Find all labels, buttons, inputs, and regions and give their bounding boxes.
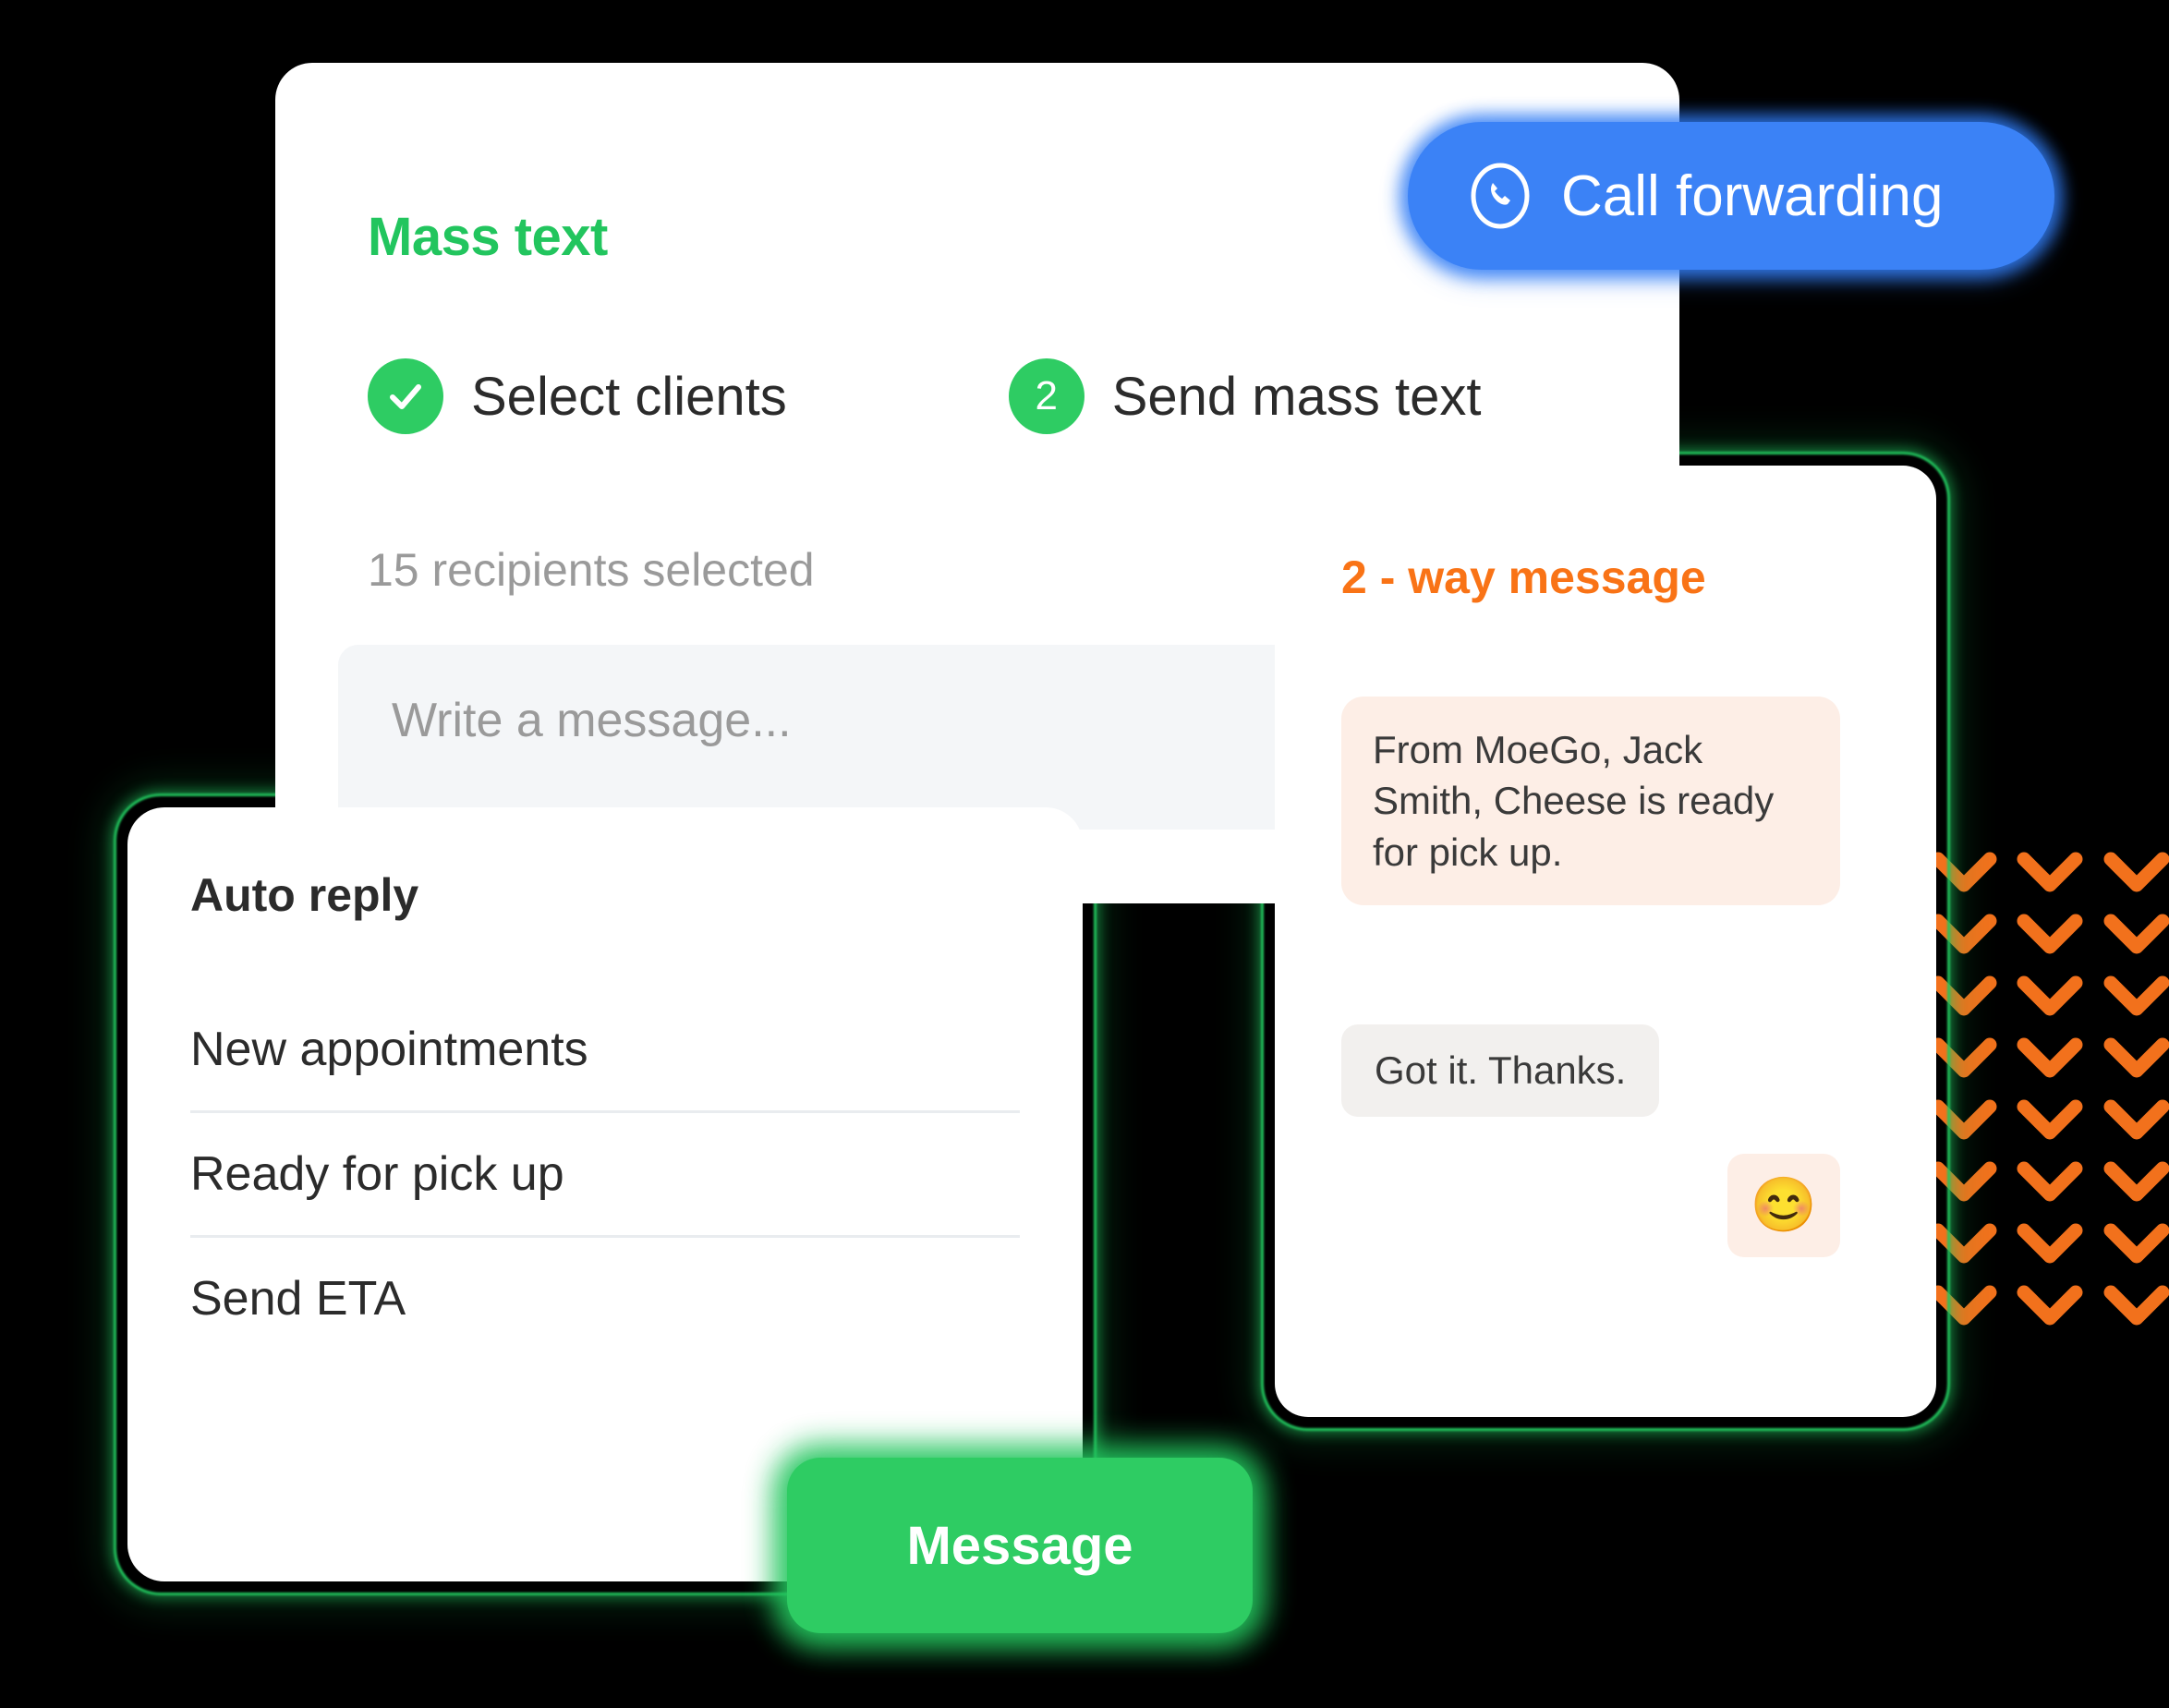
- chevron-down-icon: [2103, 1283, 2169, 1331]
- list-item[interactable]: Ready for pick up: [190, 1113, 1020, 1235]
- message-bubble-incoming: Got it. Thanks.: [1341, 1024, 1660, 1117]
- reaction-emoji[interactable]: 😊: [1727, 1154, 1840, 1257]
- auto-reply-title: Auto reply: [190, 869, 419, 921]
- chevron-down-icon: [2017, 974, 2083, 1022]
- list-item[interactable]: Send ETA: [190, 1238, 1020, 1360]
- chevron-down-icon: [2017, 1221, 2083, 1269]
- step-select-clients[interactable]: Select clients: [368, 358, 787, 434]
- message-button-wrapper: Message: [774, 1445, 1266, 1646]
- two-way-message-title: 2 - way message: [1341, 551, 1706, 603]
- chevron-down-icon: [1931, 1159, 1997, 1207]
- list-item[interactable]: New appointments: [190, 988, 1020, 1110]
- chevron-down-icon: [2103, 1159, 2169, 1207]
- call-forwarding-button[interactable]: Call forwarding: [1408, 122, 2054, 270]
- mass-text-title: Mass text: [368, 207, 608, 267]
- chevron-pattern: [1931, 850, 2169, 1349]
- chevron-down-icon: [2103, 850, 2169, 898]
- message-button[interactable]: Message: [787, 1458, 1253, 1633]
- chevron-down-icon: [1931, 974, 1997, 1022]
- step-label-select-clients: Select clients: [471, 366, 787, 427]
- chevron-down-icon: [2103, 912, 2169, 960]
- chevron-down-icon: [1931, 850, 1997, 898]
- chevron-down-icon: [2017, 1036, 2083, 1084]
- mass-text-steps: Select clients 2 Send mass text: [368, 358, 1481, 434]
- message-button-label: Message: [906, 1515, 1133, 1576]
- step-number-badge: 2: [1008, 358, 1084, 434]
- step-label-send-mass-text: Send mass text: [1111, 366, 1482, 427]
- chevron-down-icon: [2103, 1036, 2169, 1084]
- phone-circle-icon: [1471, 163, 1530, 229]
- recipients-status: 15 recipients selected: [368, 544, 815, 596]
- chevron-down-icon: [2017, 912, 2083, 960]
- chevron-down-icon: [1931, 1036, 1997, 1084]
- message-bubble-outgoing: From MoeGo, Jack Smith, Cheese is ready …: [1341, 697, 1840, 906]
- chevron-down-icon: [2017, 1283, 2083, 1331]
- check-icon: [368, 358, 443, 434]
- chevron-down-icon: [2103, 1221, 2169, 1269]
- auto-reply-list: New appointments Ready for pick up Send …: [190, 988, 1020, 1360]
- chevron-down-icon: [2103, 1097, 2169, 1145]
- chevron-down-icon: [1931, 1221, 1997, 1269]
- chevron-down-icon: [2017, 1159, 2083, 1207]
- two-way-message-card: 2 - way message From MoeGo, Jack Smith, …: [1275, 466, 1936, 1417]
- chevron-down-icon: [1931, 1283, 1997, 1331]
- call-forwarding-wrapper: Call forwarding: [1400, 115, 2062, 277]
- chevron-down-icon: [1931, 912, 1997, 960]
- call-forwarding-label: Call forwarding: [1561, 164, 1944, 228]
- chevron-down-icon: [1931, 1097, 1997, 1145]
- screenshot-stage: Mass text Select clients 2 Send mass tex…: [0, 0, 2169, 1708]
- chevron-down-icon: [2017, 1097, 2083, 1145]
- message-input-placeholder: Write a message...: [392, 694, 792, 747]
- chevron-down-icon: [2103, 974, 2169, 1022]
- chevron-down-icon: [2017, 850, 2083, 898]
- step-send-mass-text[interactable]: 2 Send mass text: [1008, 358, 1482, 434]
